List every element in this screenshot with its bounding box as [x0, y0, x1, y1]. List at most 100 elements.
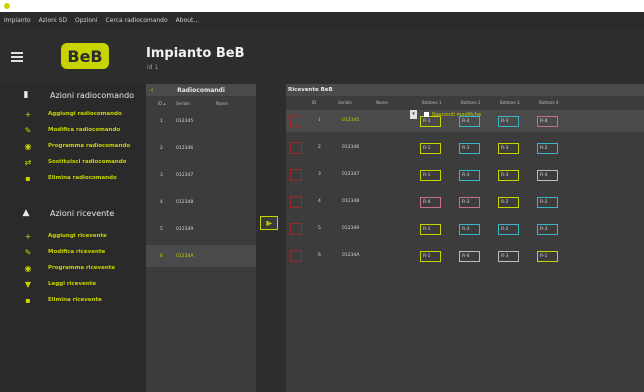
row-serial: 012349: [176, 226, 194, 232]
dropdown-toggle-icon[interactable]: ▾: [410, 110, 417, 119]
col-nome[interactable]: Nome: [376, 100, 388, 105]
button-slot-2[interactable]: R-3: [459, 143, 480, 154]
col-nome[interactable]: Nome: [216, 101, 228, 106]
hamburger-menu-icon[interactable]: [11, 52, 23, 62]
button-slot-2[interactable]: R-3: [459, 170, 480, 181]
button-slot-4[interactable]: R-2: [537, 143, 558, 154]
button-slot-1[interactable]: R-1: [420, 224, 441, 235]
col-id[interactable]: ID ▴: [158, 101, 176, 106]
row-id: 5: [318, 226, 321, 231]
table-row[interactable]: 5 012349: [146, 218, 256, 240]
row-serial: 01234A: [176, 253, 194, 259]
pencil-icon: ✎: [24, 125, 32, 135]
row-checkbox[interactable]: [290, 223, 302, 235]
table-row[interactable]: 2 012346 R-1 R-3 R-3 R-2: [286, 137, 644, 159]
row-serial: 012348: [176, 199, 194, 205]
sidebar-item-elimina-ricevente[interactable]: ▪ Elimina ricevente: [0, 294, 146, 306]
button-slot-2[interactable]: R-4: [459, 251, 480, 262]
row-checkbox[interactable]: [290, 250, 302, 262]
read-icon: ▼: [24, 279, 32, 289]
page-subtitle: id 1: [147, 64, 159, 71]
col-id[interactable]: ID: [312, 100, 316, 105]
radiocomandi-header: ‹ Radiocomandi: [146, 84, 256, 96]
table-row[interactable]: 4 012348: [146, 191, 256, 213]
col-bottone-4[interactable]: Bottone 4: [539, 100, 559, 105]
sidebar-item-modifica-ricevente[interactable]: ✎ Modifica ricevente: [0, 246, 146, 258]
col-bottone-3[interactable]: Bottone 3: [500, 100, 520, 105]
beb-logo: BeB: [61, 43, 109, 69]
svg-text:BeB: BeB: [67, 47, 102, 66]
button-slot-4[interactable]: R-3: [537, 224, 558, 235]
row-id: 5: [160, 226, 163, 232]
menu-impianto[interactable]: Impianto: [4, 17, 31, 24]
sort-arrow-icon: ▴: [163, 100, 166, 106]
row-checkbox[interactable]: [290, 169, 302, 181]
table-row[interactable]: 3 012347: [146, 164, 256, 186]
menu-cerca-radiocomando[interactable]: Cerca radiocomando: [106, 17, 168, 24]
app-logo-icon: [4, 3, 10, 9]
row-id: 4: [160, 199, 163, 205]
pencil-icon: ✎: [24, 247, 32, 257]
transfer-button[interactable]: ▮▸: [260, 216, 278, 230]
button-slot-3[interactable]: R-2: [498, 224, 519, 235]
button-slot-4[interactable]: R-1: [537, 251, 558, 262]
button-slot-3[interactable]: R-3: [498, 251, 519, 262]
sidebar-item-programma-ricevente[interactable]: ◉ Programma ricevente: [0, 262, 146, 274]
button-slot-1[interactable]: R-4: [420, 197, 441, 208]
col-bottone-2[interactable]: Bottone 2: [461, 100, 481, 105]
table-row[interactable]: 2 012346: [146, 137, 256, 159]
button-slot-2[interactable]: R-3: [459, 197, 480, 208]
chevron-left-icon[interactable]: ‹: [146, 86, 158, 94]
radiocomandi-columns: ID ▴ Seriale Nome: [146, 98, 256, 108]
row-serial: 012349: [342, 226, 360, 231]
sidebar-item-aggiungi-radiocomando[interactable]: + Aggiungi radiocomando: [0, 108, 146, 120]
receiver-icon: ▲: [22, 208, 30, 218]
ricevente-header: Ricevente BeB: [286, 84, 644, 96]
sidebar-item-elimina-radiocomando[interactable]: ▪ Elimina radiocomando: [0, 172, 146, 184]
menu-opzioni[interactable]: Opzioni: [75, 17, 98, 24]
button-slot-2[interactable]: R-3: [459, 224, 480, 235]
row-checkbox[interactable]: [290, 196, 302, 208]
button-slot-4[interactable]: R-2: [537, 197, 558, 208]
sidebar-item-aggiungi-ricevente[interactable]: + Aggiungi ricevente: [0, 230, 146, 242]
transfer-gap: [256, 84, 286, 392]
button-slot-1[interactable]: R-1: [420, 170, 441, 181]
row-serial: 012347: [342, 172, 360, 177]
table-row[interactable]: 6 01234A R-1 R-4 R-3 R-1: [286, 245, 644, 267]
row-checkbox[interactable]: [290, 142, 302, 154]
menu-azioni-sd[interactable]: Azioni SD: [39, 17, 67, 24]
row-id: 1: [318, 118, 321, 123]
button-slot-3[interactable]: R-3: [498, 170, 519, 181]
row-id: 1: [160, 118, 163, 124]
button-slot-3[interactable]: R-3: [498, 143, 519, 154]
sidebar-item-sostituisci-radiocomando[interactable]: ⇄ Sostituisci radiocomando: [0, 156, 146, 168]
table-row[interactable]: 5 012349 R-1 R-3 R-2 R-3: [286, 218, 644, 240]
button-slot-1[interactable]: R-1: [420, 143, 441, 154]
col-seriale[interactable]: Seriale: [176, 101, 216, 106]
button-slot-3[interactable]: R-2: [498, 197, 519, 208]
plus-icon: +: [24, 231, 32, 241]
row-checkbox[interactable]: [290, 115, 302, 127]
table-row[interactable]: 4 012348 R-4 R-3 R-2 R-2: [286, 191, 644, 213]
row-serial: 012345: [342, 118, 360, 123]
hide-changes-control: ▾ Nascondi modifiche: [410, 110, 481, 119]
ricevente-columns: ID Seriale Nome Bottone 1 Bottone 2 Bott…: [286, 98, 644, 108]
sidebar-item-programma-radiocomando[interactable]: ◉ Programma radiocomando: [0, 140, 146, 152]
sidebar-item-modifica-radiocomando[interactable]: ✎ Modifica radiocomando: [0, 124, 146, 136]
col-bottone-1[interactable]: Bottone 1: [422, 100, 442, 105]
table-row[interactable]: 6 01234A: [146, 245, 256, 267]
menu-about[interactable]: About...: [176, 17, 199, 24]
col-seriale[interactable]: Seriale: [338, 100, 352, 105]
ricevente-panel: Ricevente BeB ID Seriale Nome Bottone 1 …: [286, 84, 644, 392]
hide-changes-checkbox[interactable]: [424, 112, 429, 117]
row-id: 3: [318, 172, 321, 177]
table-row[interactable]: 1 012345: [146, 110, 256, 132]
button-slot-3[interactable]: R-3: [498, 116, 519, 127]
button-slot-4[interactable]: R-4: [537, 116, 558, 127]
sidebar-item-leggi-ricevente[interactable]: ▼ Leggi ricevente: [0, 278, 146, 290]
row-serial: 012345: [176, 118, 194, 124]
program-icon: ◉: [24, 263, 32, 273]
table-row[interactable]: 3 012347 R-1 R-3 R-3 R-4: [286, 164, 644, 186]
button-slot-1[interactable]: R-1: [420, 251, 441, 262]
button-slot-4[interactable]: R-4: [537, 170, 558, 181]
